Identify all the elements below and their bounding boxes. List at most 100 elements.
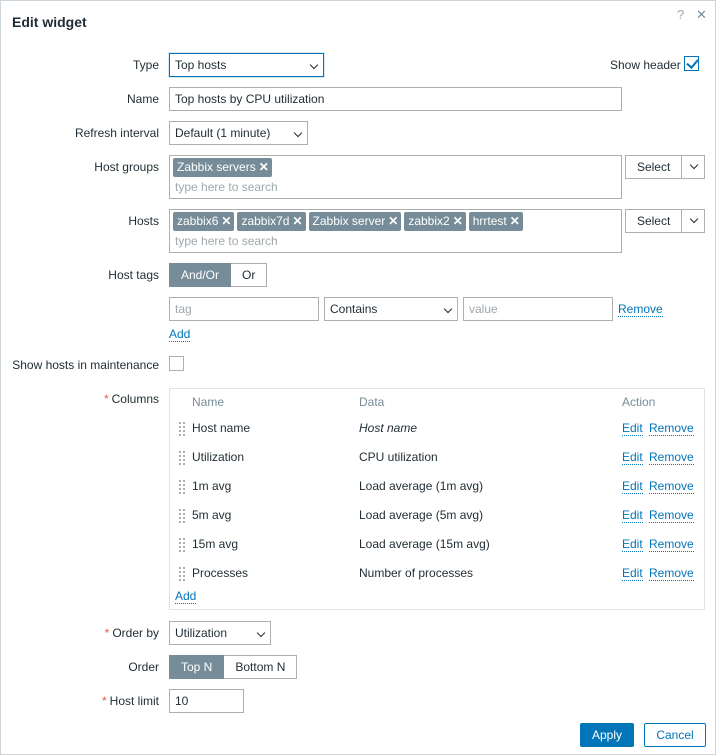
column-row: Processes Number of processes Edit Remove <box>170 563 704 592</box>
column-data: Host name <box>359 421 418 435</box>
hosts-select-dropdown[interactable] <box>682 210 704 232</box>
chevron-down-icon <box>256 628 266 638</box>
host-tags-or-option[interactable]: Or <box>231 263 268 287</box>
hosts-chip: zabbix2 ✕ <box>404 212 466 231</box>
column-name: Processes <box>192 566 249 580</box>
dialog-title: Edit widget <box>12 14 87 30</box>
column-remove-link[interactable]: Remove <box>649 421 694 436</box>
hosts-chip: hrrtest ✕ <box>468 212 523 231</box>
column-row: 5m avg Load average (5m avg) Edit Remove <box>170 505 704 534</box>
column-remove-link[interactable]: Remove <box>649 450 694 465</box>
column-remove-link[interactable]: Remove <box>649 537 694 552</box>
column-data: Load average (15m avg) <box>359 537 490 551</box>
column-name: 5m avg <box>192 508 232 522</box>
order-by-label: * Order by <box>1 626 159 640</box>
order-by-select[interactable]: Utilization <box>169 621 271 645</box>
hosts-select-button[interactable]: Select <box>625 209 705 233</box>
hosts-chip: zabbix7d ✕ <box>237 212 306 231</box>
host-groups-chips: Zabbix servers ✕ <box>173 158 272 177</box>
close-icon[interactable]: ✕ <box>696 7 707 23</box>
column-remove-link[interactable]: Remove <box>649 566 694 581</box>
columns-add-link[interactable]: Add <box>175 589 197 604</box>
columns-header-name: Name <box>192 395 225 409</box>
host-limit-label-text: Host limit <box>109 694 159 708</box>
host-groups-chip: Zabbix servers ✕ <box>173 158 272 177</box>
hosts-select-label[interactable]: Select <box>626 210 683 232</box>
column-remove-link[interactable]: Remove <box>649 508 694 523</box>
tag-name-input[interactable]: tag <box>169 297 319 321</box>
hosts-multiselect[interactable]: zabbix6 ✕ zabbix7d ✕ Zabbix server ✕ zabbix2 ✕ h… <box>169 209 622 253</box>
help-icon[interactable]: ? <box>677 7 684 22</box>
name-input[interactable]: Top hosts by CPU utilization <box>169 87 622 111</box>
tag-add-link[interactable]: Add <box>169 327 191 342</box>
drag-handle-icon[interactable] <box>178 479 185 495</box>
column-name: 15m avg <box>192 537 239 551</box>
column-edit-link[interactable]: Edit <box>622 537 643 552</box>
host-tags-and-or-option[interactable]: And/Or <box>169 263 232 287</box>
column-name: Utilization <box>192 450 245 464</box>
host-groups-label: Host groups <box>94 160 159 174</box>
order-bottom-n-option[interactable]: Bottom N <box>224 655 298 679</box>
drag-handle-icon[interactable] <box>178 508 185 524</box>
remove-chip-icon[interactable]: ✕ <box>221 212 231 231</box>
remove-chip-icon[interactable]: ✕ <box>259 158 269 177</box>
remove-chip-icon[interactable]: ✕ <box>292 212 302 231</box>
remove-chip-icon[interactable]: ✕ <box>510 212 520 231</box>
required-marker: * <box>104 626 110 640</box>
hosts-label: Hosts <box>128 214 159 228</box>
column-name: 1m avg <box>192 479 232 493</box>
refresh-interval-value: Default (1 minute) <box>175 126 271 140</box>
drag-handle-icon[interactable] <box>178 566 185 582</box>
column-row: Host name Host name Edit Remove <box>170 418 704 447</box>
type-select[interactable]: Top hosts <box>169 53 324 77</box>
hosts-chip-label: zabbix2 <box>408 214 450 228</box>
drag-handle-icon[interactable] <box>178 450 185 466</box>
column-edit-link[interactable]: Edit <box>622 566 643 581</box>
refresh-interval-select[interactable]: Default (1 minute) <box>169 121 308 145</box>
column-edit-link[interactable]: Edit <box>622 421 643 436</box>
tag-value-input[interactable]: value <box>463 297 613 321</box>
hosts-search-input[interactable]: type here to search <box>175 234 278 248</box>
host-tags-evaltype: And/Or Or <box>169 263 268 287</box>
apply-button[interactable]: Apply <box>580 723 634 747</box>
drag-handle-icon[interactable] <box>178 421 185 437</box>
column-data: Number of processes <box>359 566 474 580</box>
host-groups-multiselect[interactable]: Zabbix servers ✕ type here to search <box>169 155 622 199</box>
host-tags-label: Host tags <box>108 268 159 282</box>
column-data: CPU utilization <box>359 450 438 464</box>
tag-operator-select[interactable]: Contains <box>324 297 458 321</box>
column-edit-link[interactable]: Edit <box>622 450 643 465</box>
columns-table: Name Data Action Host name Host name Edit R… <box>169 388 705 610</box>
column-row: 1m avg Load average (1m avg) Edit Remove <box>170 476 704 505</box>
show-header-label: Show header <box>610 58 681 72</box>
column-edit-link[interactable]: Edit <box>622 508 643 523</box>
columns-header-data: Data <box>359 395 385 409</box>
columns-header-action: Action <box>622 395 656 409</box>
host-groups-select-dropdown[interactable] <box>682 156 704 178</box>
column-remove-link[interactable]: Remove <box>649 479 694 494</box>
columns-label-text: Columns <box>111 392 159 406</box>
remove-chip-icon[interactable]: ✕ <box>453 212 463 231</box>
maintenance-label: Show hosts in maintenance <box>12 358 159 372</box>
remove-chip-icon[interactable]: ✕ <box>388 212 398 231</box>
tag-remove-link[interactable]: Remove <box>618 302 663 317</box>
columns-label: * Columns <box>1 392 159 406</box>
order-top-n-option[interactable]: Top N <box>169 655 225 679</box>
host-groups-search-input[interactable]: type here to search <box>175 180 278 194</box>
host-groups-select-label[interactable]: Select <box>626 156 683 178</box>
hosts-chip-label: zabbix7d <box>241 214 290 228</box>
tag-operator-value: Contains <box>330 302 378 316</box>
drag-handle-icon[interactable] <box>178 537 185 553</box>
host-groups-select-button[interactable]: Select <box>625 155 705 179</box>
order-by-value: Utilization <box>175 626 228 640</box>
order-label: Order <box>128 660 159 674</box>
required-marker: * <box>103 392 109 406</box>
column-edit-link[interactable]: Edit <box>622 479 643 494</box>
show-header-checkbox[interactable] <box>684 56 699 71</box>
maintenance-checkbox[interactable] <box>169 356 184 371</box>
chevron-down-icon <box>293 128 303 138</box>
cancel-button[interactable]: Cancel <box>644 723 706 747</box>
chevron-down-icon <box>443 304 453 314</box>
host-limit-input[interactable]: 10 <box>169 689 244 713</box>
host-limit-label: * Host limit <box>1 694 159 708</box>
